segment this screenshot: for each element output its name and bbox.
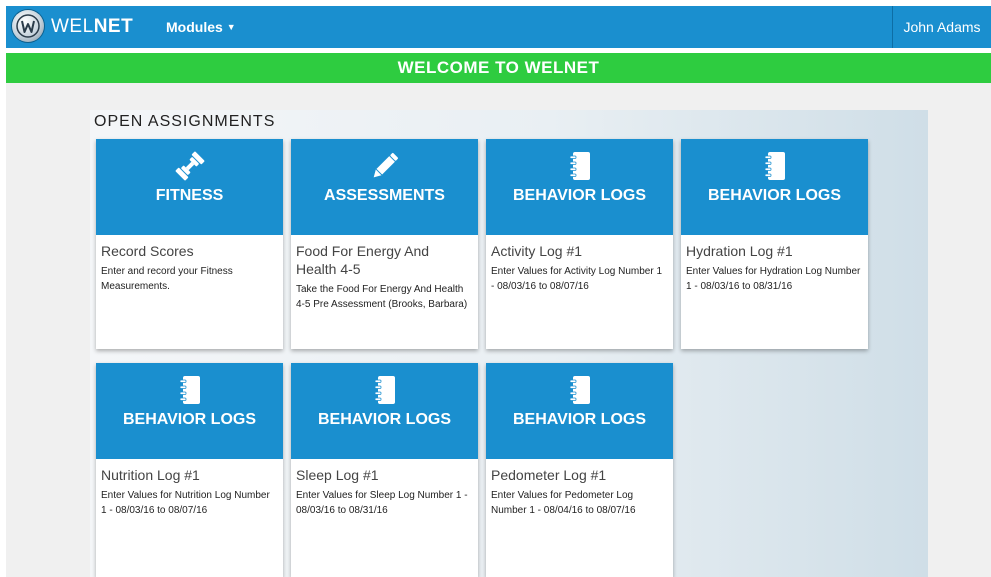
welcome-banner: WELCOME TO WELNET [6, 53, 991, 83]
assignment-card-fitness[interactable]: FITNESS Record Scores Enter and record y… [96, 139, 283, 349]
card-title: Pedometer Log #1 [491, 467, 607, 483]
notebook-icon [486, 149, 673, 183]
brand-name[interactable]: WELNET [51, 16, 133, 38]
dumbbell-icon [96, 149, 283, 183]
card-category: FITNESS [155, 187, 224, 204]
notebook-icon [291, 373, 478, 407]
brand-name-light: WEL [51, 16, 94, 37]
card-category: BEHAVIOR LOGS [122, 411, 257, 428]
caret-down-icon: ▼ [226, 22, 236, 32]
assignment-card-hydration-log[interactable]: BEHAVIOR LOGS Hydration Log #1 Enter Val… [681, 139, 868, 349]
user-name: John Adams [903, 19, 981, 35]
assignment-card-assessments[interactable]: ASSESSMENTS Food For Energy And Health 4… [291, 139, 478, 349]
card-header: ASSESSMENTS [291, 139, 478, 235]
card-category: BEHAVIOR LOGS [707, 187, 842, 204]
card-body: Nutrition Log #1 Enter Values for Nutrit… [96, 459, 283, 526]
welcome-banner-text: WELCOME TO WELNET [397, 58, 600, 77]
card-category: BEHAVIOR LOGS [512, 411, 647, 428]
card-header: BEHAVIOR LOGS [291, 363, 478, 459]
card-body: Sleep Log #1 Enter Values for Sleep Log … [291, 459, 478, 526]
notebook-icon [96, 373, 283, 407]
assignment-card-pedometer-log[interactable]: BEHAVIOR LOGS Pedometer Log #1 Enter Val… [486, 363, 673, 577]
section-title: OPEN ASSIGNMENTS [94, 113, 276, 130]
assignment-card-sleep-log[interactable]: BEHAVIOR LOGS Sleep Log #1 Enter Values … [291, 363, 478, 577]
card-description: Enter Values for Nutrition Log Number 1 … [101, 490, 270, 516]
card-body: Record Scores Enter and record your Fitn… [96, 235, 283, 302]
user-menu[interactable]: John Adams [892, 6, 991, 48]
card-description: Take the Food For Energy And Health 4-5 … [296, 284, 468, 310]
card-title: Sleep Log #1 [296, 467, 379, 483]
modules-menu-label: Modules [166, 19, 223, 35]
card-title: Record Scores [101, 243, 194, 259]
card-description: Enter Values for Pedometer Log Number 1 … [491, 490, 636, 516]
notebook-icon [681, 149, 868, 183]
card-header: BEHAVIOR LOGS [681, 139, 868, 235]
card-description: Enter and record your Fitness Measuremen… [101, 266, 233, 292]
card-header: BEHAVIOR LOGS [486, 363, 673, 459]
card-body: Activity Log #1 Enter Values for Activit… [486, 235, 673, 302]
top-navbar: WELNET Modules ▼ John Adams [6, 6, 991, 48]
card-category: BEHAVIOR LOGS [317, 411, 452, 428]
card-category: ASSESSMENTS [324, 187, 445, 204]
brand-name-bold: NET [93, 16, 134, 37]
assignment-card-activity-log[interactable]: BEHAVIOR LOGS Activity Log #1 Enter Valu… [486, 139, 673, 349]
welnet-logo-icon[interactable] [12, 10, 44, 42]
card-title: Activity Log #1 [491, 243, 583, 259]
card-title: Food For Energy And Health 4-5 [296, 243, 430, 277]
card-title: Hydration Log #1 [686, 243, 793, 259]
card-description: Enter Values for Sleep Log Number 1 - 08… [296, 490, 468, 516]
card-header: BEHAVIOR LOGS [96, 363, 283, 459]
card-category: BEHAVIOR LOGS [512, 187, 647, 204]
card-header: FITNESS [96, 139, 283, 235]
modules-menu-button[interactable]: Modules ▼ [166, 19, 236, 35]
assignment-card-nutrition-log[interactable]: BEHAVIOR LOGS Nutrition Log #1 Enter Val… [96, 363, 283, 577]
card-description: Enter Values for Activity Log Number 1 -… [491, 266, 663, 292]
card-title: Nutrition Log #1 [101, 467, 200, 483]
pencil-icon [291, 149, 478, 183]
card-header: BEHAVIOR LOGS [486, 139, 673, 235]
card-body: Hydration Log #1 Enter Values for Hydrat… [681, 235, 868, 302]
card-description: Enter Values for Hydration Log Number 1 … [686, 266, 861, 292]
card-body: Food For Energy And Health 4-5 Take the … [291, 235, 478, 320]
card-body: Pedometer Log #1 Enter Values for Pedome… [486, 459, 673, 526]
notebook-icon [486, 373, 673, 407]
